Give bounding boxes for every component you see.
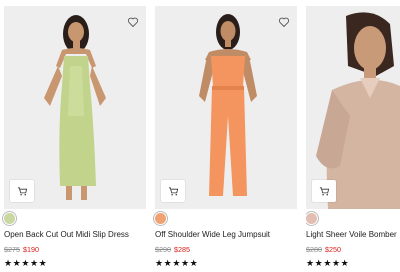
color-swatch[interactable] [306, 213, 317, 224]
rating-stars: ★★★★★ [155, 258, 199, 268]
sale-price: $190 [23, 245, 39, 254]
product-image[interactable] [155, 6, 297, 209]
rating-stars: ★★★★★ [4, 258, 48, 268]
rating-stars: ★★★★★ [306, 258, 350, 268]
color-swatch[interactable] [4, 213, 15, 224]
model-photo [44, 15, 106, 200]
product-card[interactable]: Light Sheer Voile Bomber $280 $250 ★★★★★ [306, 0, 400, 272]
model-photo [316, 12, 400, 209]
model-photo [199, 14, 257, 196]
add-to-cart-button[interactable] [10, 180, 34, 202]
product-name[interactable]: Light Sheer Voile Bomber [306, 230, 400, 240]
cart-icon [319, 186, 329, 195]
cart-icon [168, 186, 178, 195]
color-swatch[interactable] [155, 213, 166, 224]
price: $275 $190 [4, 245, 39, 254]
product-name[interactable]: Open Back Cut Out Midi Slip Dress [4, 230, 149, 240]
heart-icon[interactable] [127, 16, 139, 28]
sale-price: $250 [325, 245, 341, 254]
price: $280 $250 [306, 245, 341, 254]
original-price: $280 [306, 245, 322, 254]
product-image[interactable] [4, 6, 146, 209]
add-to-cart-button[interactable] [161, 180, 185, 202]
sale-price: $285 [174, 245, 190, 254]
original-price: $275 [4, 245, 20, 254]
product-card[interactable]: Open Back Cut Out Midi Slip Dress $275 $1… [4, 0, 149, 272]
product-card[interactable]: Off Shoulder Wide Leg Jumpsuit $290 $285 … [155, 0, 300, 272]
price: $290 $285 [155, 245, 190, 254]
add-to-cart-button[interactable] [312, 180, 336, 202]
product-image[interactable] [306, 6, 400, 209]
heart-icon[interactable] [278, 16, 290, 28]
cart-icon [17, 186, 27, 195]
original-price: $290 [155, 245, 171, 254]
product-name[interactable]: Off Shoulder Wide Leg Jumpsuit [155, 230, 300, 240]
